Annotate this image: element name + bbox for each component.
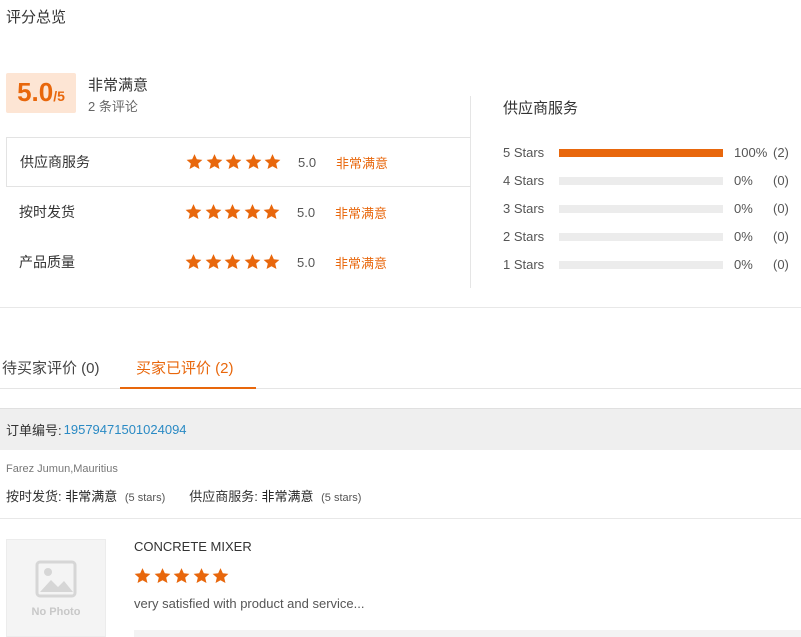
star-icon xyxy=(223,253,242,271)
sub-rating-delivery: 按时发货: 非常满意 (5 stars) xyxy=(6,486,165,505)
star-icon xyxy=(184,203,203,221)
rating-label: 按时发货 xyxy=(19,204,75,220)
rating-label: 产品质量 xyxy=(19,254,75,270)
distribution-percent: 0% xyxy=(734,201,753,216)
star-icon xyxy=(172,567,191,585)
star-icon xyxy=(153,567,172,585)
distribution-bar-fill xyxy=(559,149,723,157)
star-icon xyxy=(262,253,281,271)
rating-score: 5.0 xyxy=(298,154,317,170)
distribution-count: (0) xyxy=(773,229,789,244)
review-stars xyxy=(133,567,231,585)
star-icon xyxy=(223,203,242,221)
sub-rating-label: 供应商服务: xyxy=(189,489,258,504)
distribution-count: (0) xyxy=(773,173,789,188)
order-label: 订单编号: xyxy=(6,423,62,438)
star-icon xyxy=(133,567,152,585)
distribution-row: 4 Stars 0% (0) xyxy=(503,172,798,190)
buyer-name: Farez Jumun,Mauritius xyxy=(6,463,118,475)
distribution-row: 2 Stars 0% (0) xyxy=(503,228,798,246)
sub-rating-label: 按时发货: xyxy=(6,489,62,504)
rating-stars xyxy=(184,253,282,271)
review-sub-ratings: 按时发货: 非常满意 (5 stars) 供应商服务: 非常满意 (5 star… xyxy=(6,486,385,505)
distribution-row: 5 Stars 100% (2) xyxy=(503,144,798,162)
distribution-percent: 0% xyxy=(734,229,753,244)
star-icon xyxy=(243,253,262,271)
active-tab-indicator xyxy=(120,387,256,389)
distribution-row: 1 Stars 0% (0) xyxy=(503,256,798,274)
overall-score-badge: 5.0 /5 xyxy=(6,73,76,113)
tab-pending-review[interactable]: 待买家评价 (0) xyxy=(2,357,100,378)
star-icon xyxy=(204,253,223,271)
star-icon xyxy=(263,153,282,171)
sub-rating-note: (5 stars) xyxy=(321,492,362,504)
star-icon xyxy=(244,153,263,171)
sub-rating-service: 供应商服务: 非常满意 (5 stars) xyxy=(189,486,361,505)
star-icon xyxy=(184,253,203,271)
image-placeholder-icon xyxy=(35,560,77,598)
star-icon xyxy=(224,153,243,171)
rating-score: 5.0 xyxy=(297,204,316,220)
no-photo-label: No Photo xyxy=(31,606,81,618)
review-count: 2 条评论 xyxy=(88,99,138,114)
product-photo-placeholder[interactable]: No Photo xyxy=(6,539,106,637)
sub-rating-note: (5 stars) xyxy=(124,492,166,504)
star-icon xyxy=(211,567,230,585)
distribution-percent: 0% xyxy=(734,173,753,188)
distribution-title: 供应商服务 xyxy=(503,100,579,117)
rating-row-on-time-delivery: 按时发货 5.0 非常满意 xyxy=(6,187,471,237)
distribution-row: 3 Stars 0% (0) xyxy=(503,200,798,218)
distribution-label: 3 Stars xyxy=(503,201,545,216)
distribution-bar xyxy=(559,261,723,269)
star-icon xyxy=(192,567,211,585)
section-divider xyxy=(0,307,801,308)
distribution-count: (2) xyxy=(773,145,789,160)
star-icon xyxy=(243,203,262,221)
star-icon xyxy=(185,153,204,171)
review-reply-area xyxy=(134,630,801,637)
overall-label: 非常满意 xyxy=(88,77,149,94)
sub-rating-value: 非常满意 xyxy=(261,489,314,504)
distribution-label: 4 Stars xyxy=(503,173,545,188)
review-divider xyxy=(0,518,801,519)
star-icon xyxy=(262,203,281,221)
order-number-link[interactable]: 19579471501024094 xyxy=(64,422,187,437)
distribution-bar xyxy=(559,233,723,241)
distribution-bar xyxy=(559,177,723,185)
tab-reviewed[interactable]: 买家已评价 (2) xyxy=(136,357,234,378)
rating-stars xyxy=(185,153,283,171)
distribution-bar xyxy=(559,149,723,157)
overall-score: 5.0 xyxy=(17,77,54,107)
review-text: very satisfied with product and service.… xyxy=(134,596,365,611)
sub-rating-value: 非常满意 xyxy=(65,489,118,504)
product-name: CONCRETE MIXER xyxy=(134,539,252,554)
rating-row-product-quality: 产品质量 5.0 非常满意 xyxy=(6,237,471,287)
distribution-label: 1 Stars xyxy=(503,257,545,272)
page-title: 评分总览 xyxy=(6,9,67,26)
distribution-count: (0) xyxy=(773,257,789,272)
rating-score: 5.0 xyxy=(297,254,316,270)
star-icon xyxy=(205,153,224,171)
rating-text: 非常满意 xyxy=(336,155,389,171)
distribution-count: (0) xyxy=(773,201,789,216)
star-icon xyxy=(204,203,223,221)
rating-stars xyxy=(184,203,282,221)
distribution-label: 2 Stars xyxy=(503,229,545,244)
rating-text: 非常满意 xyxy=(335,255,388,271)
rating-row-supplier-service: 供应商服务 5.0 非常满意 xyxy=(6,137,471,187)
rating-text: 非常满意 xyxy=(335,205,388,221)
distribution-bar xyxy=(559,205,723,213)
rating-label: 供应商服务 xyxy=(20,154,90,170)
overall-score-suffix: /5 xyxy=(53,88,65,104)
distribution-percent: 0% xyxy=(734,257,753,272)
order-bar: 订单编号: 19579471501024094 xyxy=(0,408,801,450)
distribution-percent: 100% xyxy=(734,145,768,160)
distribution-label: 5 Stars xyxy=(503,145,545,160)
